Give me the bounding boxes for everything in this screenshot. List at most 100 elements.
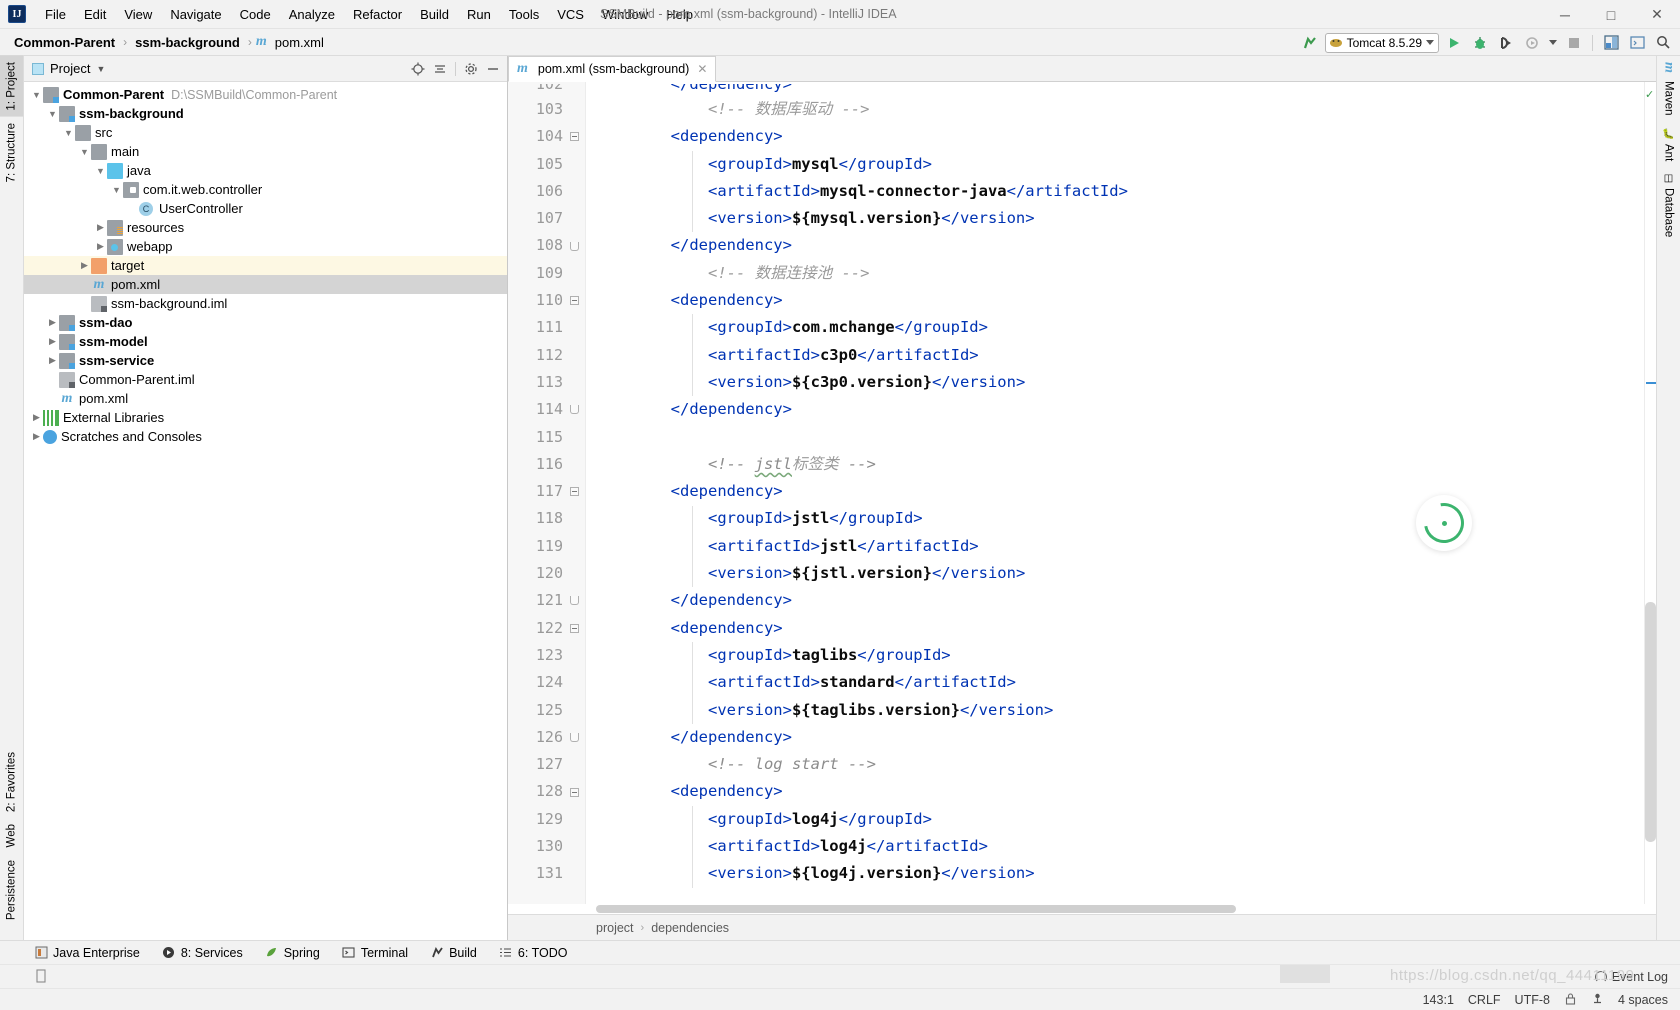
tree-node-pom-xml[interactable]: m pom.xml (24, 389, 507, 408)
tree-expand-arrow[interactable]: ▶ (46, 317, 59, 328)
menu-item-navigate[interactable]: Navigate (161, 3, 230, 26)
code-line[interactable]: <version>${c3p0.version}</version> (586, 369, 1644, 396)
terminal-icon[interactable] (1626, 32, 1648, 54)
menu-item-code[interactable]: Code (231, 3, 280, 26)
breadcrumb-item-dependencies[interactable]: dependencies (651, 921, 729, 935)
line-number-gutter[interactable]: 102 103 104 105 106 107 108 109 110 111 112 113 114 1… (508, 82, 586, 904)
search-icon[interactable] (1652, 32, 1674, 54)
tree-node-java[interactable]: ▼ java (24, 161, 507, 180)
code-line[interactable]: <artifactId>log4j</artifactId> (586, 833, 1644, 860)
tool-button-spring[interactable]: Spring (265, 946, 320, 960)
code-line[interactable]: <groupId>com.mchange</groupId> (586, 314, 1644, 341)
tree-node-target[interactable]: ▶ target (24, 256, 507, 275)
code-line[interactable]: <artifactId>standard</artifactId> (586, 669, 1644, 696)
sidebar-item-maven[interactable]: m Maven (1657, 56, 1680, 121)
tree-node-ssm-dao[interactable]: ▶ ssm-dao (24, 313, 507, 332)
tool-button-services[interactable]: 8: Services (162, 946, 243, 960)
editor-tab-pom-xml[interactable]: m pom.xml (ssm-background) ✕ (508, 56, 717, 82)
tree-node-external-libraries[interactable]: ▶ External Libraries (24, 408, 507, 427)
code-line[interactable]: <version>${taglibs.version}</version> (586, 697, 1644, 724)
tree-node-main[interactable]: ▼ main (24, 142, 507, 161)
error-stripe-marker-gutter[interactable]: ✓ (1644, 82, 1656, 904)
sidebar-item-persistence[interactable]: Persistence (0, 854, 23, 926)
fold-collapse-icon[interactable] (565, 478, 583, 505)
run-icon[interactable] (1443, 32, 1465, 54)
stop-icon[interactable] (1563, 32, 1585, 54)
code-line[interactable]: <!-- 数据库驱动 --> (586, 96, 1644, 123)
memory-indicator-icon[interactable] (34, 968, 50, 985)
code-line[interactable]: </dependency> (586, 724, 1644, 751)
menu-item-build[interactable]: Build (411, 3, 458, 26)
layout-icon[interactable] (1600, 32, 1622, 54)
code-line[interactable]: <version>${mysql.version}</version> (586, 205, 1644, 232)
file-encoding[interactable]: UTF-8 (1515, 993, 1550, 1007)
sidebar-item-project[interactable]: 1: Project (0, 56, 23, 117)
code-line[interactable]: <!-- log start --> (586, 751, 1644, 778)
menu-item-edit[interactable]: Edit (75, 3, 115, 26)
breadcrumb-item-project[interactable]: project (596, 921, 634, 935)
tree-expand-arrow[interactable]: ▶ (46, 355, 59, 366)
maximize-button[interactable]: □ (1588, 0, 1634, 29)
fold-end-icon[interactable] (565, 396, 583, 423)
fold-collapse-icon[interactable] (565, 123, 583, 150)
tool-button-terminal[interactable]: Terminal (342, 946, 408, 960)
debug-icon[interactable] (1469, 32, 1491, 54)
tree-node-ssm-model[interactable]: ▶ ssm-model (24, 332, 507, 351)
sidebar-item-web[interactable]: Web (0, 818, 23, 853)
close-icon[interactable]: ✕ (697, 62, 707, 76)
tree-expand-arrow[interactable]: ▶ (30, 412, 43, 423)
tree-node-resources[interactable]: ▶ resources (24, 218, 507, 237)
locate-file-icon[interactable] (408, 59, 428, 79)
fold-end-icon[interactable] (565, 724, 583, 751)
code-text-area[interactable]: </dependency> <!-- 数据库驱动 --> <dependency… (586, 82, 1644, 904)
code-line[interactable]: <groupId>taglibs</groupId> (586, 642, 1644, 669)
line-separator[interactable]: CRLF (1468, 993, 1501, 1007)
code-line[interactable]: <dependency> (586, 287, 1644, 314)
vertical-scrollbar[interactable] (1645, 602, 1656, 842)
caret-position[interactable]: 143:1 (1423, 993, 1454, 1007)
gear-icon[interactable] (461, 59, 481, 79)
build-icon[interactable] (1299, 32, 1321, 54)
fold-collapse-icon[interactable] (565, 615, 583, 642)
tree-expand-arrow[interactable]: ▼ (110, 185, 123, 195)
menu-item-refactor[interactable]: Refactor (344, 3, 411, 26)
run-configuration-selector[interactable]: Tomcat 8.5.29 (1324, 32, 1439, 53)
menu-item-tools[interactable]: Tools (500, 3, 548, 26)
tree-expand-arrow[interactable]: ▶ (94, 241, 107, 252)
tree-node-common-parent-iml[interactable]: Common-Parent.iml (24, 370, 507, 389)
coverage-icon[interactable] (1521, 32, 1543, 54)
tree-expand-arrow[interactable]: ▶ (46, 336, 59, 347)
fold-collapse-icon[interactable] (565, 287, 583, 314)
breadcrumb-item-project[interactable]: Common-Parent (10, 33, 119, 52)
tree-node-ssm-service[interactable]: ▶ ssm-service (24, 351, 507, 370)
hide-panel-icon[interactable] (483, 59, 503, 79)
tree-expand-arrow[interactable]: ▶ (94, 222, 107, 233)
menu-item-vcs[interactable]: VCS (548, 3, 593, 26)
rerun-icon[interactable] (1495, 32, 1517, 54)
fold-end-icon[interactable] (565, 232, 583, 259)
code-folding-column[interactable] (565, 84, 583, 888)
tool-button-java-enterprise[interactable]: Java Enterprise (34, 946, 140, 960)
tree-node-ssm-background[interactable]: ▼ ssm-background (24, 104, 507, 123)
code-line[interactable]: <version>${log4j.version}</version> (586, 860, 1644, 887)
code-line[interactable] (586, 424, 1644, 451)
code-line[interactable]: <version>${jstl.version}</version> (586, 560, 1644, 587)
code-line[interactable]: <dependency> (586, 615, 1644, 642)
horizontal-scrollbar[interactable] (596, 905, 1236, 913)
collapse-all-icon[interactable] (430, 59, 450, 79)
code-line[interactable]: <artifactId>c3p0</artifactId> (586, 342, 1644, 369)
tree-node-scratches-and-consoles[interactable]: ▶ Scratches and Consoles (24, 427, 507, 446)
code-line[interactable]: <groupId>mysql</groupId> (586, 151, 1644, 178)
code-line[interactable]: <artifactId>jstl</artifactId> (586, 533, 1644, 560)
minimize-button[interactable]: ─ (1542, 0, 1588, 29)
tree-node-ssm-background-iml[interactable]: ssm-background.iml (24, 294, 507, 313)
tree-expand-arrow[interactable]: ▼ (78, 147, 91, 157)
tree-expand-arrow[interactable]: ▼ (30, 90, 43, 100)
sidebar-item-ant[interactable]: 🐛 Ant (1657, 121, 1680, 166)
menu-item-file[interactable]: File (36, 3, 75, 26)
breadcrumb-item-file[interactable]: pom.xml (271, 33, 328, 52)
tool-button-todo[interactable]: 6: TODO (499, 946, 567, 960)
fold-collapse-icon[interactable] (565, 778, 583, 805)
tree-expand-arrow[interactable]: ▼ (46, 109, 59, 119)
tree-expand-arrow[interactable]: ▶ (30, 431, 43, 442)
